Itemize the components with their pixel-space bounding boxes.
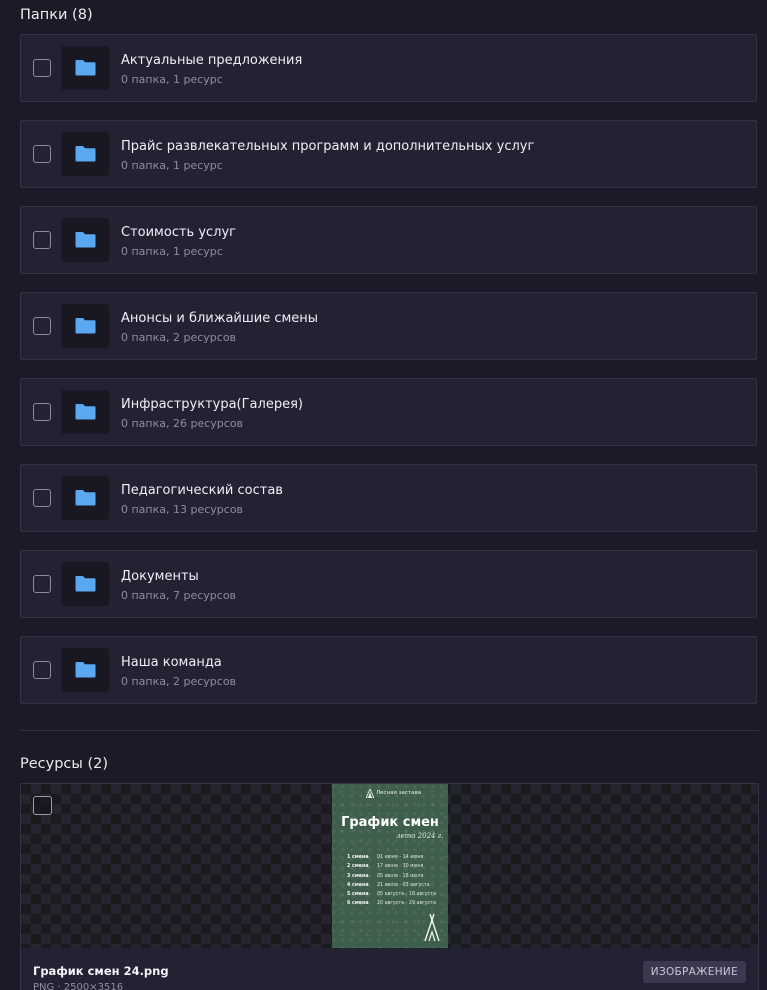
folder-icon [75, 404, 96, 420]
folder-icon [75, 146, 96, 162]
tent-icon [424, 913, 440, 942]
folder-icon [75, 490, 96, 506]
folder-checkbox[interactable] [33, 489, 51, 507]
preview-shift-label: 2 смена [347, 864, 369, 870]
folder-meta: 0 папка, 26 ресурсов [121, 417, 244, 430]
folder-checkbox[interactable] [33, 403, 51, 421]
folder-meta: 0 папка, 1 ресурс [121, 73, 223, 86]
folder-checkbox[interactable] [33, 317, 51, 335]
preview-title: График смен [341, 815, 439, 830]
resource-checkbox[interactable] [33, 796, 52, 815]
preview-shift-label: 4 смена [347, 882, 369, 888]
folder-name[interactable]: Инфраструктура(Галерея) [121, 397, 303, 412]
folder-icon-tile [61, 390, 109, 434]
folder-icon-tile [61, 132, 109, 176]
resources-section-title: Ресурсы (2) [20, 756, 108, 772]
folder-icon-tile [61, 476, 109, 520]
resource-info: График смен 24.png PNG · 2500×3516 ИЗОБР… [21, 948, 758, 990]
folder-name[interactable]: Прайс развлекательных программ и дополни… [121, 139, 534, 154]
preview-schedule-row: 3 смена 05 июля - 18 июля [347, 874, 442, 883]
folder-icon [75, 662, 96, 678]
preview-shift-dates: 21 июля - 03 августа [377, 882, 430, 888]
folder-checkbox[interactable] [33, 661, 51, 679]
preview-schedule-row: 2 смена 17 июня - 30 июня [347, 864, 442, 873]
preview-shift-dates: 20 августа - 29 августа [377, 901, 437, 907]
folder-name[interactable]: Наша команда [121, 655, 222, 670]
folder-meta: 0 папка, 1 ресурс [121, 159, 223, 172]
preview-schedule-row: 6 смена 20 августа - 29 августа [347, 901, 442, 910]
folder-icon [75, 60, 96, 76]
folder-meta: 0 папка, 2 ресурсов [121, 675, 237, 688]
folders-section-title: Папки (8) [20, 7, 93, 23]
folder-checkbox[interactable] [33, 59, 51, 77]
folder-card[interactable]: Анонсы и ближайшие смены 0 папка, 2 ресур… [20, 292, 757, 360]
folder-icon [75, 576, 96, 592]
folder-icon-tile [61, 648, 109, 692]
folder-icon-tile [61, 218, 109, 262]
media-library-page: Папки (8) Актуальные предложения 0 папка,… [0, 0, 767, 990]
folder-name[interactable]: Анонсы и ближайшие смены [121, 311, 318, 326]
folder-meta: 0 папка, 7 ресурсов [121, 589, 237, 602]
folder-icon-tile [61, 46, 109, 90]
preview-shift-label: 3 смена [347, 873, 369, 879]
folder-icon-tile [61, 304, 109, 348]
folder-meta: 0 папка, 1 ресурс [121, 245, 223, 258]
folder-card[interactable]: Стоимость услуг 0 папка, 1 ресурс [20, 206, 757, 274]
preview-logo-text: Лесная застава [376, 790, 422, 796]
folder-name[interactable]: Стоимость услуг [121, 225, 236, 240]
folder-meta: 0 папка, 13 ресурсов [121, 503, 244, 516]
folder-icon [75, 232, 96, 248]
preview-shift-dates: 01 июня - 14 июня [377, 855, 424, 860]
folder-checkbox[interactable] [33, 575, 51, 593]
camp-logo-icon [366, 789, 374, 798]
section-divider [20, 730, 759, 731]
preview-subtitle: лето 2024 г. [396, 832, 444, 840]
folder-card[interactable]: Актуальные предложения 0 папка, 1 ресурс [20, 34, 757, 102]
resource-card[interactable]: Лесная застава График смен лето 2024 г. … [20, 783, 759, 990]
folder-icon-tile [61, 562, 109, 606]
folder-checkbox[interactable] [33, 145, 51, 163]
folder-name[interactable]: Документы [121, 569, 199, 584]
folder-card[interactable]: Инфраструктура(Галерея) 0 папка, 26 ресур… [20, 378, 757, 446]
preview-shift-label: 6 смена [347, 901, 369, 907]
resource-preview-image[interactable]: Лесная застава График смен лето 2024 г. … [332, 784, 448, 948]
folder-card[interactable]: Наша команда 0 папка, 2 ресурсов [20, 636, 757, 704]
resource-file-meta: PNG · 2500×3516 [33, 982, 124, 990]
preview-schedule: 1 смена 01 июня - 14 июня 2 смена 17 июня -… [347, 855, 442, 911]
preview-shift-dates: 17 июня - 30 июня [377, 864, 424, 870]
folder-icon [75, 318, 96, 334]
folder-name[interactable]: Актуальные предложения [121, 53, 302, 68]
folder-name[interactable]: Педагогический состав [121, 483, 283, 498]
preview-shift-dates: 05 июля - 18 июля [377, 873, 424, 879]
folder-checkbox[interactable] [33, 231, 51, 249]
resource-file-name[interactable]: График смен 24.png [33, 964, 169, 978]
preview-schedule-row: 4 смена 21 июля - 03 августа [347, 883, 442, 892]
preview-schedule-row: 1 смена 01 июня - 14 июня [347, 855, 442, 864]
preview-shift-label: 1 смена [347, 855, 369, 860]
resource-type-badge: ИЗОБРАЖЕНИЕ [642, 961, 746, 983]
folder-card[interactable]: Прайс развлекательных программ и дополни… [20, 120, 757, 188]
folder-card[interactable]: Документы 0 папка, 7 ресурсов [20, 550, 757, 618]
folder-card[interactable]: Педагогический состав 0 папка, 13 ресурсо… [20, 464, 757, 532]
folder-meta: 0 папка, 2 ресурсов [121, 331, 237, 344]
